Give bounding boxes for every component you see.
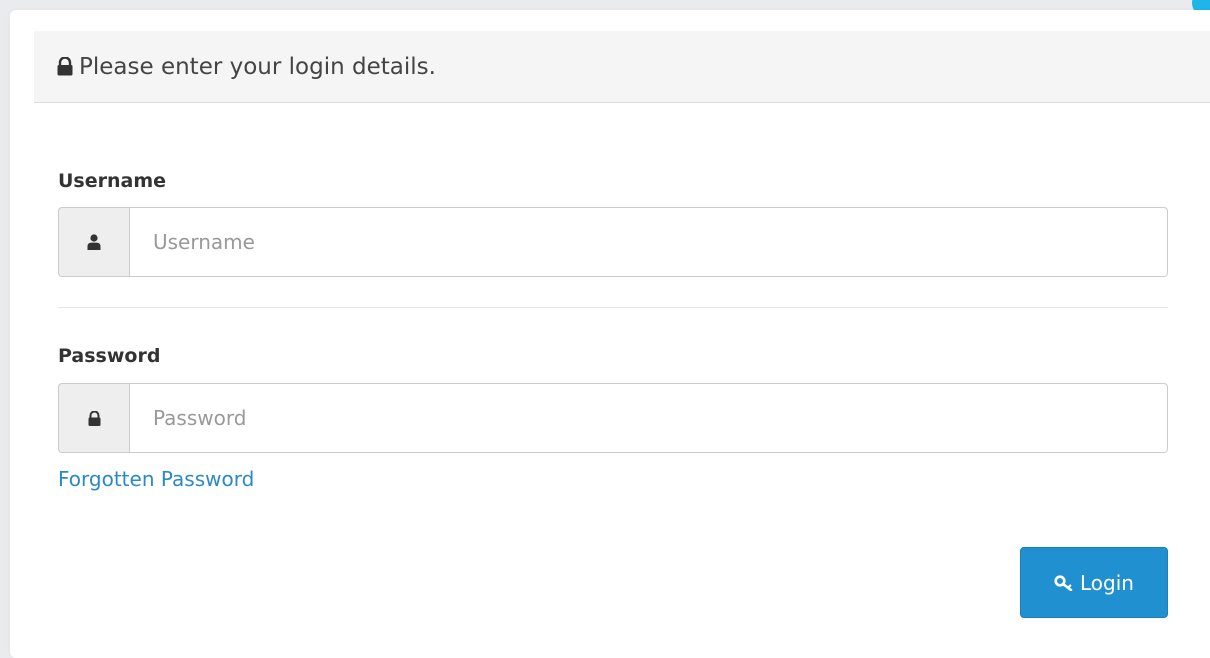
lock-icon — [88, 410, 101, 426]
login-button-label: Login — [1080, 570, 1134, 595]
user-icon — [87, 234, 101, 250]
form-divider — [58, 307, 1168, 308]
forgot-password-link[interactable]: Forgotten Password — [58, 467, 254, 491]
password-input[interactable] — [129, 383, 1168, 453]
panel-title-text: Please enter your login details. — [79, 53, 436, 80]
password-label: Password — [58, 345, 161, 367]
panel-title: Please enter your login details. — [57, 54, 436, 80]
lock-icon — [57, 57, 73, 76]
key-icon — [1054, 574, 1074, 591]
panel-header: Please enter your login details. — [34, 31, 1210, 103]
password-addon — [58, 383, 129, 453]
login-button[interactable]: Login — [1020, 547, 1168, 618]
username-addon — [58, 207, 129, 277]
username-label: Username — [58, 170, 167, 192]
username-input-group — [58, 207, 1168, 277]
login-panel: Please enter your login details. Usernam… — [10, 10, 1210, 658]
password-input-group — [58, 383, 1168, 453]
username-input[interactable] — [129, 207, 1168, 277]
